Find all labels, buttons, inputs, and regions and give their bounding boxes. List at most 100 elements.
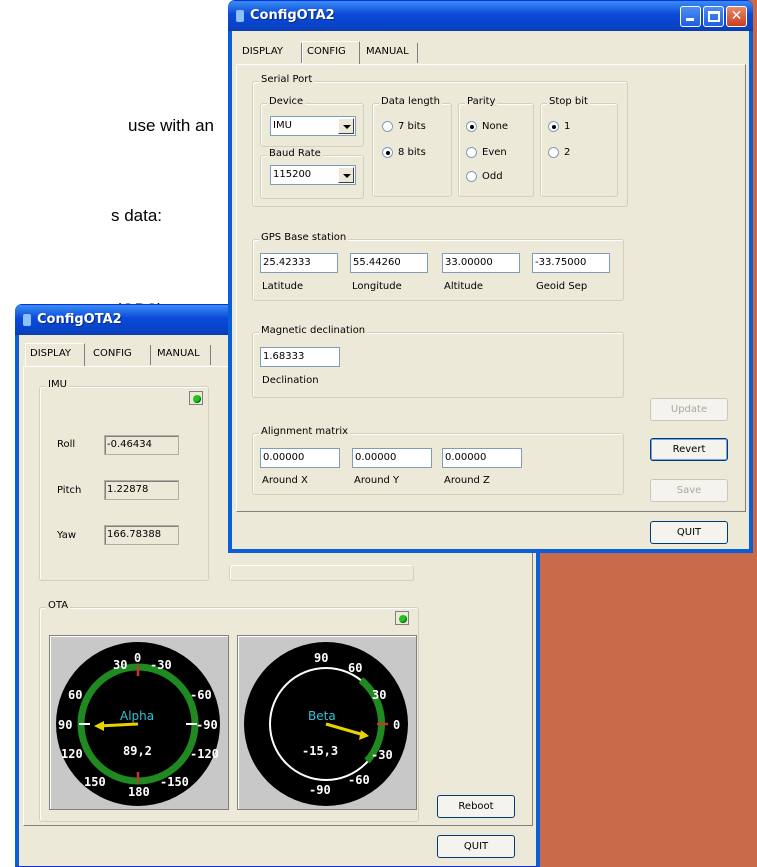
beta-tick-neg30: -30 [371,748,393,762]
alpha-tick-180: 180 [128,785,150,799]
geoid-sep-field[interactable]: -33.75000 [532,253,610,273]
radio-parity-even[interactable]: Even [466,147,507,158]
minimize-icon [686,18,694,21]
device-select[interactable]: IMU [270,116,356,136]
window-title: ConfigOTA2 [37,312,122,327]
radio-dot [466,121,477,132]
app-icon [23,314,31,326]
alpha-tick-60: 60 [68,688,82,702]
parity-legend: Parity [465,96,498,107]
ota-legend: OTA [46,600,71,611]
ota-status-led [395,611,409,625]
radio-8-bits[interactable]: 8 bits [382,147,426,158]
baud-rate-value: 115200 [273,169,312,180]
baud-rate-legend: Baud Rate [267,148,323,159]
baud-rate-select[interactable]: 115200 [270,165,356,185]
tab-display[interactable]: DISPLAY [238,43,302,63]
close-icon: ✕ [730,8,743,24]
magnetic-declination-legend: Magnetic declination [259,325,368,336]
around-z-field[interactable]: 0.00000 [442,448,522,468]
gps-display-group [229,565,414,581]
pitch-value: 1.22878 [104,480,179,500]
radio-parity-none[interactable]: None [466,121,508,132]
radio-dot [466,171,477,182]
config-window-titlebar[interactable]: ConfigOTA2 ✕ [228,1,753,31]
radio-dot [382,147,393,158]
quit-button[interactable]: QUIT [650,521,728,544]
radio-dot [382,121,393,132]
reboot-button[interactable]: Reboot [437,795,515,818]
app-icon [236,10,244,22]
alignment-matrix-legend: Alignment matrix [259,426,351,437]
alpha-tick-neg30: -30 [150,658,172,672]
radio-stop-bit-2[interactable]: 2 [548,147,570,158]
tab-config[interactable]: CONFIG [302,41,360,64]
declination-field[interactable]: 1.68333 [260,347,340,367]
alpha-name: Alpha [120,709,154,723]
serial-port-legend: Serial Port [259,74,315,85]
alpha-tick-neg60: -60 [190,688,212,702]
beta-tick-60: 60 [348,661,362,675]
radio-stop-bit-1[interactable]: 1 [548,121,570,132]
beta-reading: -15,3 [302,744,338,758]
yaw-value: 166.78388 [104,525,179,545]
device-legend: Device [267,96,306,107]
alpha-tick-150: 150 [84,775,106,789]
device-value: IMU [273,120,292,131]
revert-button[interactable]: Revert [650,438,728,461]
beta-tick-30: 30 [372,688,386,702]
radio-dot [466,147,477,158]
pitch-label: Pitch [57,485,82,496]
radio-dot [548,147,559,158]
alpha-tick-neg120: -120 [190,747,219,761]
around-x-field[interactable]: 0.00000 [260,448,340,468]
tab-manual[interactable]: MANUAL [362,43,418,63]
radio-7-bits[interactable]: 7 bits [382,121,426,132]
beta-tick-0: 0 [393,718,400,732]
update-button[interactable]: Update [650,398,728,421]
alpha-tick-120: 120 [61,747,83,761]
alpha-gauge-dial: 30 0 -30 60 -60 90 -90 120 -120 150 180 … [56,642,220,806]
radio-dot [548,121,559,132]
yaw-label: Yaw [57,530,77,541]
geoid-sep-label: Geoid Sep [536,281,588,292]
tab-display[interactable]: DISPLAY [25,343,85,366]
beta-tick-neg60: -60 [348,773,370,787]
maximize-button[interactable] [703,6,724,27]
around-z-label: Around Z [444,475,490,486]
altitude-field[interactable]: 33.00000 [442,253,520,273]
beta-gauge: 90 60 30 0 -30 -60 -90 Beta -15,3 [237,635,417,810]
save-button[interactable]: Save [650,479,728,502]
close-button[interactable]: ✕ [726,6,747,27]
alpha-tick-30: 30 [113,658,127,672]
alpha-tick-neg150: -150 [160,775,189,789]
beta-name: Beta [308,709,336,723]
around-x-label: Around X [262,475,308,486]
longitude-field[interactable]: 55.44260 [350,253,428,273]
tab-manual[interactable]: MANUAL [153,345,211,365]
declination-label: Declination [262,375,319,386]
roll-value: -0.46434 [104,435,179,455]
alpha-reading: 89,2 [123,744,152,758]
latitude-field[interactable]: 25.42333 [260,253,338,273]
roll-label: Roll [57,439,76,450]
around-y-field[interactable]: 0.00000 [352,448,432,468]
doc-text-line-1: use with an [128,116,214,135]
window-title: ConfigOTA2 [250,8,335,23]
alpha-tick-90: 90 [58,718,72,732]
imu-legend: IMU [46,379,69,390]
gps-base-legend: GPS Base station [259,232,349,243]
doc-text-line-2: s data: [111,206,163,225]
alpha-tick-0: 0 [134,651,141,665]
display-quit-button[interactable]: QUIT [437,835,515,858]
chevron-down-icon[interactable] [338,167,354,183]
alpha-tick-neg90: -90 [196,718,218,732]
maximize-icon [708,11,720,22]
beta-gauge-dial: 90 60 30 0 -30 -60 -90 Beta -15,3 [244,642,408,806]
tab-config[interactable]: CONFIG [89,345,151,365]
stop-bit-legend: Stop bit [547,96,590,107]
chevron-down-icon[interactable] [338,118,354,134]
minimize-button[interactable] [680,6,701,27]
data-length-legend: Data length [379,96,442,107]
radio-parity-odd[interactable]: Odd [466,171,503,182]
